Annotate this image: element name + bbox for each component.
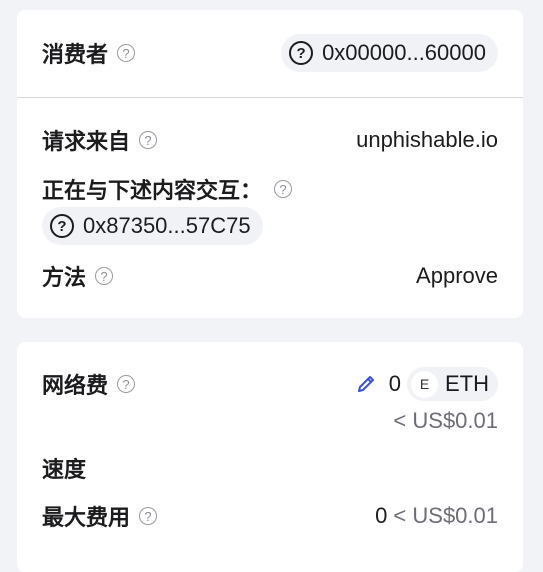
interacting-with-label: 正在与下述内容交互： [42,178,263,203]
question-circle-icon: ? [50,214,74,238]
method-row: 方法 ? Approve [42,260,498,292]
pencil-icon[interactable] [355,373,377,395]
contract-address: 0x87350...57C75 [83,213,251,238]
max-fee-label: 最大费用 [42,505,131,530]
help-icon[interactable]: ? [139,507,158,525]
contract-address-row: ? 0x87350...57C75 [42,207,498,245]
max-fee-row: 最大费用 ? 0 < US$0.01 [42,500,498,532]
contract-address-pill[interactable]: ? 0x87350...57C75 [42,207,263,245]
speed-label: 速度 [42,457,87,482]
request-details-card: 消费者 ? ? 0x00000...60000 请求来自 ? unphishab… [17,10,523,318]
method-label: 方法 [42,265,87,290]
network-fee-amount: 0 [388,371,401,396]
speed-row: 速度 [42,452,498,484]
network-fee-fiat-row: < US$0.01 [42,406,498,436]
request-from-row: 请求来自 ? unphishable.io [42,124,498,156]
network-fee-row: 网络费 ? 0 E ETH [42,366,498,402]
help-icon[interactable]: ? [117,375,136,393]
interacting-with-row: 正在与下述内容交互： ? [42,173,498,205]
consumer-address: 0x00000...60000 [322,40,486,65]
divider [17,97,523,98]
network-fee-label: 网络费 [42,373,109,398]
consumer-label: 消费者 [42,42,109,67]
help-icon[interactable]: ? [95,267,114,285]
consumer-address-pill[interactable]: ? 0x00000...60000 [281,34,498,72]
consumer-row: 消费者 ? ? 0x00000...60000 [42,34,498,72]
fees-card: 网络费 ? 0 E ETH < US$0.01 速度 最大费用 ? 0 < US… [17,342,523,572]
help-icon[interactable]: ? [117,44,136,62]
eth-token-icon: E [411,370,438,398]
request-origin: unphishable.io [356,127,498,152]
help-icon[interactable]: ? [139,131,158,149]
method-value: Approve [416,263,498,288]
help-icon[interactable]: ? [274,180,293,198]
network-fee-fiat: < US$0.01 [393,408,498,433]
max-fee-amount: 0 [375,503,388,528]
question-circle-icon: ? [289,41,314,65]
token-symbol: ETH [445,371,489,396]
request-from-label: 请求来自 [42,129,131,154]
token-pill[interactable]: E ETH [407,367,498,401]
max-fee-fiat: < US$0.01 [393,503,498,528]
